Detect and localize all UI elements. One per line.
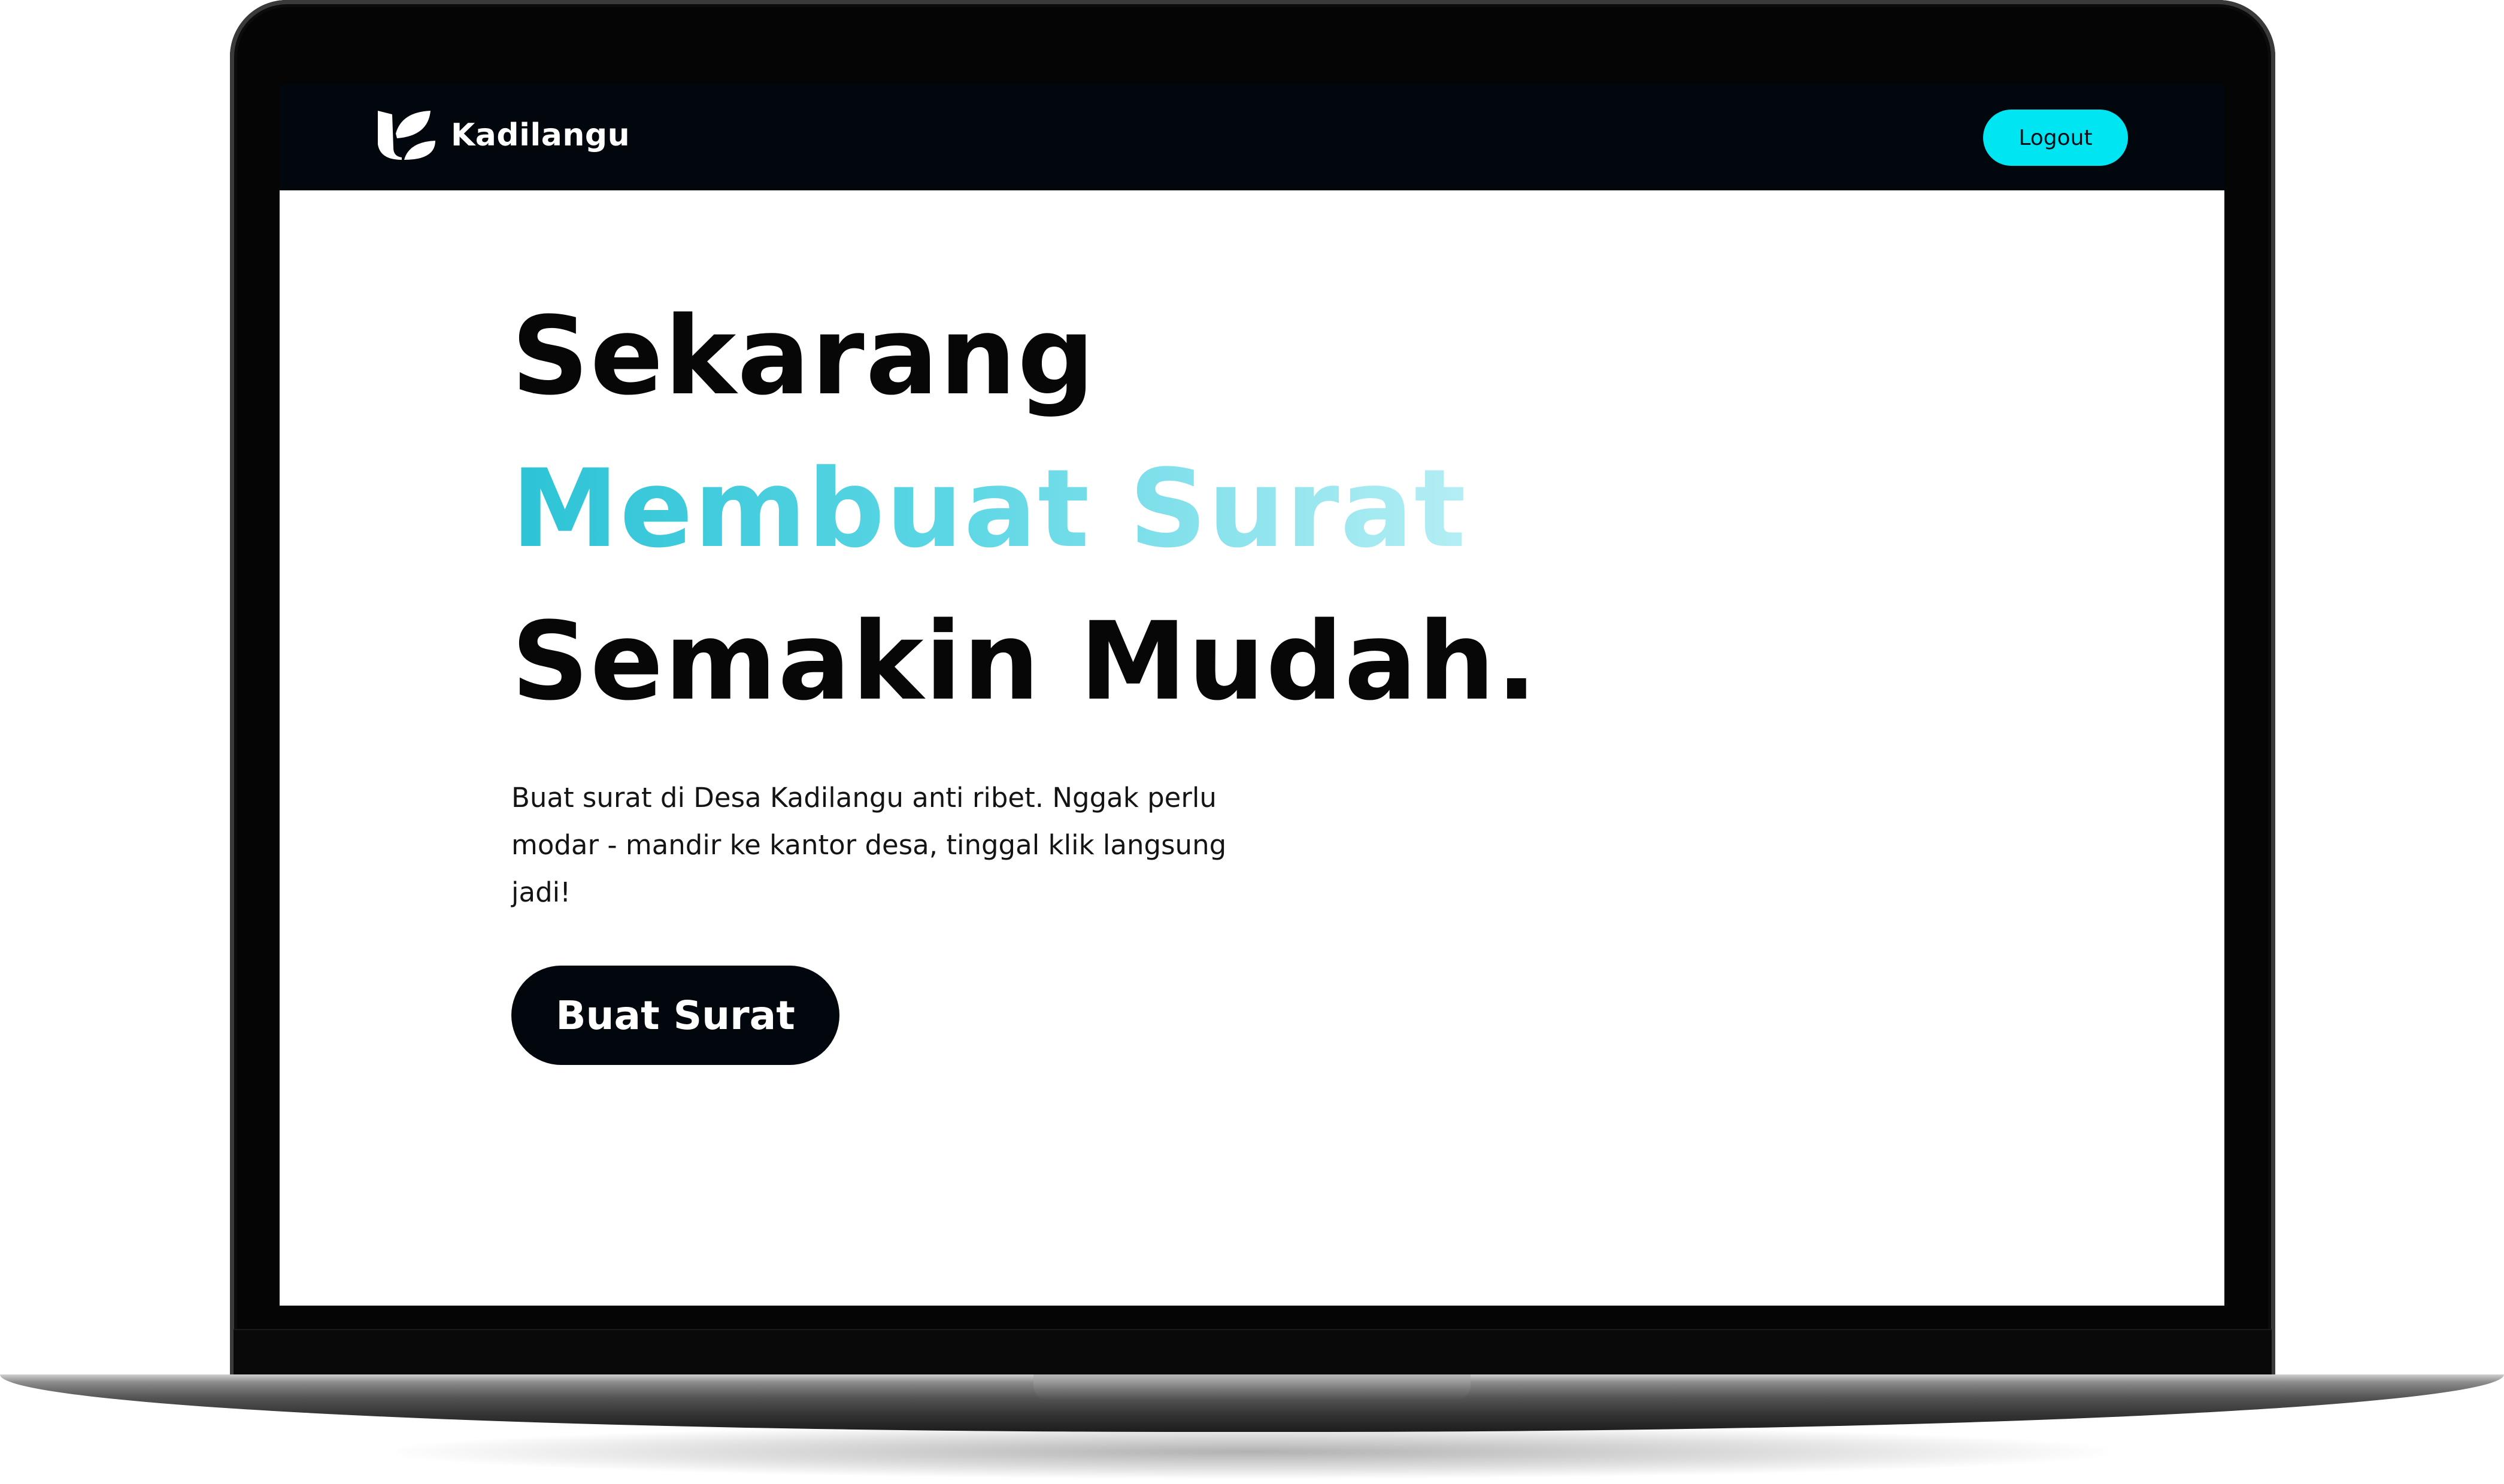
navbar: Kadilangu Logout [280, 84, 2224, 190]
brand-name: Kadilangu [451, 117, 630, 153]
brand[interactable]: Kadilangu [375, 108, 630, 162]
buat-surat-button[interactable]: Buat Surat [511, 966, 839, 1065]
laptop-bezel-bottom [234, 1329, 2272, 1378]
laptop-screen: Kadilangu Logout Sekarang Membuat Surat … [280, 84, 2224, 1306]
headline-line-1: Sekarang [511, 294, 1096, 419]
laptop-hinge-notch [1033, 1374, 1471, 1401]
laptop-mockup: Kadilangu Logout Sekarang Membuat Surat … [0, 0, 2504, 1484]
headline-line-2-gradient: Membuat Surat [511, 447, 1467, 572]
kadilangu-logo-icon [378, 111, 435, 160]
hero-description: Buat surat di Desa Kadilangu anti ribet.… [511, 782, 1227, 908]
logout-button[interactable]: Logout [1983, 110, 2128, 166]
headline-line-3: Semakin Mudah. [511, 599, 1539, 724]
laptop-shadow [395, 1425, 2108, 1479]
